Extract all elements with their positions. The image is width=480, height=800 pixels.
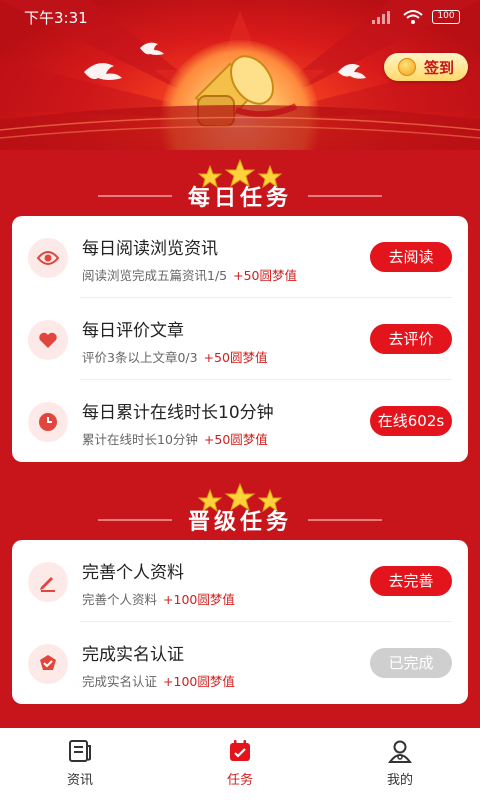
task-title: 每日累计在线时长10分钟 (82, 403, 274, 423)
task-reward: +50圆梦值 (203, 350, 268, 365)
nav-label: 资讯 (66, 773, 93, 788)
edit-icon (28, 562, 68, 602)
go-review-button[interactable]: 去评价 (370, 324, 452, 354)
task-desc-text: 阅读浏览完成五篇资讯1/5 (82, 268, 228, 283)
signin-button[interactable]: 签到 (384, 53, 468, 81)
task-desc-text: 完成实名认证 (82, 674, 158, 689)
heart-icon (28, 320, 68, 360)
nav-item-mine[interactable]: 我的 (320, 728, 480, 800)
task-title: 每日评价文章 (82, 321, 184, 341)
status-icons: 100 (372, 9, 460, 25)
go-read-button[interactable]: 去阅读 (370, 242, 452, 272)
task-reward: +50圆梦值 (233, 268, 298, 283)
task-desc: 完成实名认证 +100圆梦值 (82, 671, 235, 690)
daily-task-card: 每日阅读浏览资讯 阅读浏览完成五篇资讯1/5 +50圆梦值 去阅读 每日评价文章 … (12, 216, 468, 462)
task-row: 每日累计在线时长10分钟 累计在线时长10分钟 +50圆梦值 在线602s (12, 380, 468, 462)
nav-item-news[interactable]: 资讯 (0, 728, 160, 800)
coin-icon (397, 58, 416, 76)
task-title: 完成实名认证 (82, 645, 184, 665)
task-desc-text: 评价3条以上文章0/3 (82, 350, 198, 365)
complete-profile-button[interactable]: 去完善 (370, 566, 452, 596)
verified-done-button[interactable]: 已完成 (370, 648, 452, 678)
task-desc: 完善个人资料 +100圆梦值 (82, 589, 235, 608)
nav-label: 任务 (226, 773, 253, 788)
task-title: 完善个人资料 (82, 563, 184, 583)
hero-banner: 下午3:31 100 签到 (0, 0, 480, 150)
task-desc: 阅读浏览完成五篇资讯1/5 +50圆梦值 (82, 265, 297, 284)
task-row: 完善个人资料 完善个人资料 +100圆梦值 去完善 (12, 540, 468, 622)
task-desc: 累计在线时长10分钟 +50圆梦值 (82, 429, 268, 448)
nav-item-tasks[interactable]: 任务 (160, 728, 320, 800)
task-title: 每日阅读浏览资讯 (82, 239, 218, 259)
daily-section-header: 每日任务 (0, 158, 480, 218)
battery-icon: 100 (432, 10, 460, 24)
upgrade-section-header: 晋级任务 (0, 482, 480, 542)
nav-label: 我的 (386, 773, 413, 788)
status-time: 下午3:31 (24, 8, 88, 27)
task-desc-text: 完善个人资料 (82, 592, 158, 607)
daily-section-title: 每日任务 (187, 186, 292, 211)
upgrade-section-title: 晋级任务 (187, 510, 292, 535)
verify-icon (28, 644, 68, 684)
eye-icon (28, 238, 68, 278)
task-desc: 评价3条以上文章0/3 +50圆梦值 (82, 347, 267, 366)
upgrade-task-card: 完善个人资料 完善个人资料 +100圆梦值 去完善 完成实名认证 完成实名认证 +1… (12, 540, 468, 704)
task-reward: +100圆梦值 (163, 674, 235, 689)
signin-label: 签到 (423, 58, 454, 77)
wifi-icon (403, 10, 423, 24)
status-bar: 下午3:31 100 (0, 0, 480, 34)
task-desc-text: 累计在线时长10分钟 (82, 432, 198, 447)
task-reward: +100圆梦值 (163, 592, 235, 607)
news-icon (69, 740, 91, 762)
calendar-icon (230, 740, 250, 761)
signal-icon (372, 11, 390, 24)
task-row: 每日阅读浏览资讯 阅读浏览完成五篇资讯1/5 +50圆梦值 去阅读 (12, 216, 468, 298)
clock-icon (28, 402, 68, 442)
user-icon (388, 740, 412, 763)
task-reward: +50圆梦值 (203, 432, 268, 447)
bottom-nav: 资讯 任务 我的 (0, 728, 480, 800)
task-row: 完成实名认证 完成实名认证 +100圆梦值 已完成 (12, 622, 468, 704)
online-time-button[interactable]: 在线602s (370, 406, 452, 436)
task-row: 每日评价文章 评价3条以上文章0/3 +50圆梦值 去评价 (12, 298, 468, 380)
